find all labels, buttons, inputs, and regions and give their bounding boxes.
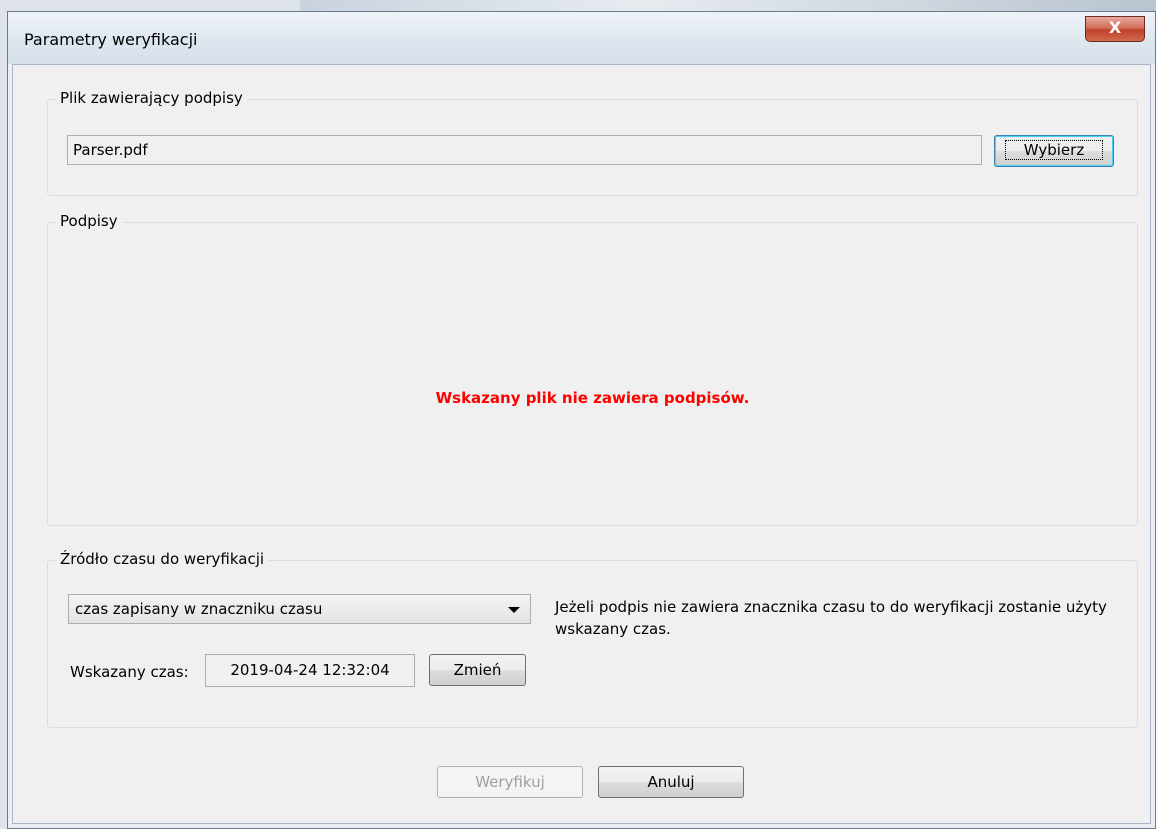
- change-time-button[interactable]: Zmień: [429, 654, 526, 686]
- time-source-select[interactable]: czas zapisany w znaczniku czasu: [68, 594, 531, 624]
- file-group: Plik zawierający podpisy Parser.pdf Wybi…: [47, 89, 1138, 196]
- title-bar[interactable]: Parametry weryfikacji X: [8, 12, 1155, 64]
- no-signatures-message: Wskazany plik nie zawiera podpisów.: [435, 389, 750, 407]
- time-source-group-label: Źródło czasu do weryfikacji: [56, 550, 269, 568]
- window-title: Parametry weryfikacji: [24, 30, 198, 49]
- time-source-selected: czas zapisany w znaczniku czasu: [75, 600, 323, 618]
- chevron-down-icon[interactable]: [508, 607, 520, 613]
- time-source-hint: Jeżeli podpis nie zawiera znacznika czas…: [555, 598, 1107, 638]
- verify-button[interactable]: Weryfikuj: [437, 766, 583, 798]
- signatures-group: Podpisy Wskazany plik nie zawiera podpis…: [47, 212, 1138, 526]
- verification-dialog: Parametry weryfikacji X Plik zawierający…: [7, 11, 1156, 829]
- time-source-group: Źródło czasu do weryfikacji czas zapisan…: [47, 550, 1138, 728]
- cancel-button[interactable]: Anuluj: [598, 766, 744, 798]
- close-button[interactable]: X: [1085, 16, 1145, 42]
- time-value-field: 2019-04-24 12:32:04: [205, 654, 415, 687]
- file-group-label: Plik zawierający podpisy: [56, 89, 247, 107]
- choose-file-label: Wybierz: [1004, 140, 1104, 160]
- choose-file-button[interactable]: Wybierz: [994, 135, 1114, 167]
- file-path-field[interactable]: Parser.pdf: [67, 135, 982, 165]
- dialog-client-area: Plik zawierający podpisy Parser.pdf Wybi…: [12, 64, 1151, 824]
- close-icon: X: [1108, 18, 1122, 37]
- time-label: Wskazany czas:: [70, 663, 189, 681]
- signatures-group-label: Podpisy: [56, 212, 122, 230]
